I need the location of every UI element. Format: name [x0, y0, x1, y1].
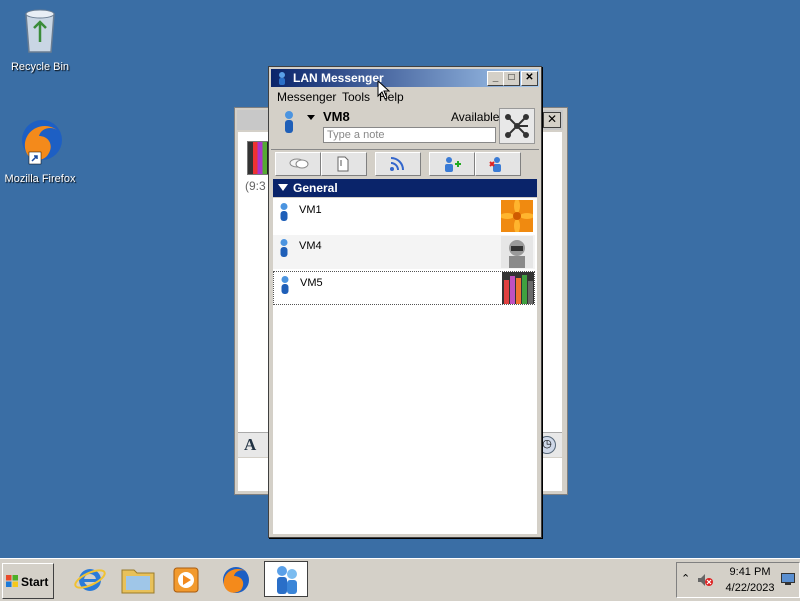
contact-avatar [501, 236, 533, 268]
taskbar-explorer[interactable] [116, 561, 160, 597]
remove-contact-icon [489, 157, 501, 172]
contact-vm4[interactable]: VM4 [273, 235, 535, 269]
chat-bubbles-icon [289, 158, 309, 169]
user-name: VM8 [323, 109, 350, 124]
clock-time[interactable]: 9:41 PM [725, 566, 775, 578]
folder-icon [121, 569, 155, 594]
messenger-title: LAN Messenger [293, 71, 384, 85]
user-profile: VM8 Available Type a note [271, 107, 539, 147]
contact-status-icon [280, 203, 288, 221]
messenger-window[interactable]: LAN Messenger _ □ ✕ Messenger Tools Help… [268, 66, 542, 538]
taskbar-lan-messenger[interactable] [264, 561, 308, 597]
contact-vm1[interactable]: VM1 [273, 199, 535, 233]
group-collapse-icon [278, 184, 288, 191]
show-desktop-icon[interactable] [781, 573, 795, 585]
contact-status-icon [281, 276, 289, 294]
start-label: Start [21, 575, 49, 589]
chat-close-button[interactable]: ✕ [543, 112, 561, 128]
toolbar-broadcast-button[interactable] [375, 152, 421, 176]
lan-messenger-icon [277, 566, 297, 594]
recycle-bin-icon [25, 9, 55, 53]
taskbar: Start ⌃ 9:41 PM 4/22/2023 [0, 558, 800, 601]
chat-timestamp: (9:3 [245, 179, 266, 193]
group-header-general[interactable]: General [273, 179, 537, 197]
menu-tools[interactable]: Tools [342, 90, 370, 104]
toolbar-remove-contact-button[interactable] [475, 152, 521, 176]
contact-name: VM4 [299, 240, 322, 252]
taskbar-media-player[interactable] [164, 561, 208, 597]
volume-muted-icon[interactable] [697, 573, 713, 587]
note-field[interactable]: Type a note [323, 127, 496, 143]
toolbar-file-button[interactable] [321, 152, 367, 176]
taskbar-internet-explorer[interactable] [68, 561, 112, 597]
add-contact-icon [445, 157, 461, 172]
messenger-titlebar[interactable]: LAN Messenger _ □ ✕ [271, 69, 539, 87]
contact-avatar [501, 200, 533, 232]
contact-avatar [502, 272, 534, 304]
messenger-app-icon [279, 72, 285, 85]
firefox-icon [22, 120, 62, 165]
user-status[interactable]: Available [451, 110, 499, 124]
contact-list: VM1 VM4 VM5 [273, 198, 537, 534]
firefox-label: Mozilla Firefox [4, 173, 76, 185]
firefox-shortcut[interactable]: Mozilla Firefox [2, 118, 78, 185]
messenger-toolbar [271, 149, 539, 176]
minimize-button[interactable]: _ [487, 71, 504, 86]
contact-vm5[interactable]: VM5 [273, 271, 535, 305]
user-avatar[interactable] [499, 108, 535, 144]
menu-messenger[interactable]: Messenger [277, 90, 336, 104]
broadcast-icon [390, 157, 404, 171]
user-status-icon[interactable] [283, 111, 295, 133]
contact-name: VM5 [300, 277, 323, 289]
contact-name: VM1 [299, 204, 322, 216]
recycle-bin-label: Recycle Bin [10, 61, 70, 73]
close-button[interactable]: ✕ [521, 71, 538, 86]
media-player-icon [173, 567, 199, 593]
start-button[interactable]: Start [2, 563, 54, 599]
toolbar-chat-button[interactable] [275, 152, 321, 176]
system-tray: ⌃ 9:41 PM 4/22/2023 [676, 562, 800, 598]
contact-status-icon [280, 239, 288, 257]
clock-date[interactable]: 4/22/2023 [719, 582, 781, 594]
windows-logo-icon [6, 575, 18, 587]
maximize-button[interactable]: □ [503, 71, 520, 86]
status-dropdown-icon[interactable] [307, 115, 315, 120]
file-icon [337, 156, 349, 172]
taskbar-firefox[interactable] [214, 561, 258, 597]
group-name: General [293, 181, 338, 195]
firefox-icon [223, 567, 249, 593]
font-icon[interactable]: A [244, 435, 256, 455]
internet-explorer-icon [74, 569, 106, 591]
menu-bar: Messenger Tools Help [271, 88, 539, 106]
show-hidden-icons-icon[interactable]: ⌃ [681, 572, 690, 585]
recycle-bin-shortcut[interactable]: Recycle Bin [2, 6, 78, 73]
toolbar-add-contact-button[interactable] [429, 152, 475, 176]
mouse-cursor-icon [377, 80, 391, 100]
